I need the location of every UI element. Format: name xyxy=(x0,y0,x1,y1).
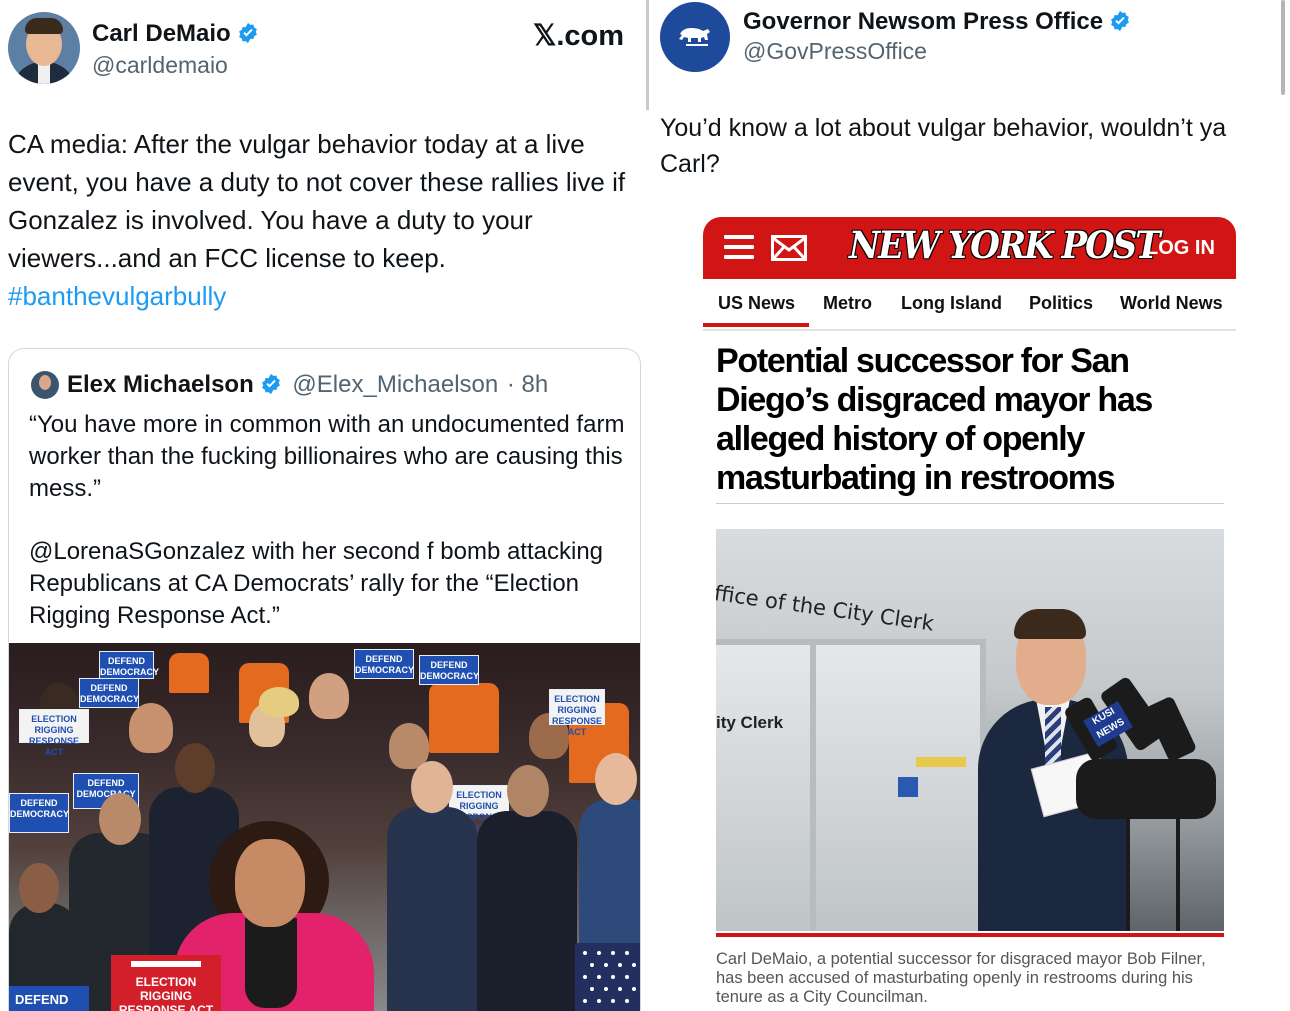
rally-photo[interactable]: DEFEND DEMOCRACY DEFEND DEMOCRACY DEFEND… xyxy=(9,643,640,1011)
panel-divider xyxy=(646,0,649,110)
quoted-header: Elex Michaelson @Elex_Michaelson · 8h xyxy=(67,371,548,399)
tweet-body: CA media: After the vulgar behavior toda… xyxy=(8,129,626,273)
nav-active-indicator xyxy=(703,323,809,327)
quoted-text-1: “You have more in common with an undocum… xyxy=(29,411,625,502)
photo-office-sign: ity Clerk xyxy=(716,713,784,732)
menu-icon[interactable] xyxy=(724,235,754,259)
sign-election-rigging: ELECTION RIGGING RESPONSE ACT xyxy=(19,709,89,757)
nypost-logo[interactable]: NEW YORK POST xyxy=(849,224,1161,268)
avatar[interactable] xyxy=(8,12,80,84)
nav-item-politics[interactable]: Politics xyxy=(1029,293,1093,314)
scrollbar[interactable] xyxy=(1281,0,1285,95)
sign-defend-democracy: DEFEND DEMOCRACY xyxy=(79,678,139,708)
hashtag-link[interactable]: #banthevulgarbully xyxy=(8,281,226,311)
author-name[interactable]: Governor Newsom Press Office xyxy=(743,8,1131,36)
us-flag xyxy=(575,943,640,1011)
mail-icon[interactable] xyxy=(771,235,807,261)
article-headline[interactable]: Potential successor for San Diego’s disg… xyxy=(716,342,1226,498)
quoted-text-2: @LorenaSGonzalez with her second f bomb … xyxy=(29,538,604,629)
nav-item-metro[interactable]: Metro xyxy=(823,293,872,314)
tweet-text: You’d know a lot about vulgar behavior, … xyxy=(660,114,1227,178)
divider xyxy=(716,933,1224,937)
verified-badge-icon xyxy=(1111,10,1130,32)
nav-item-us-news[interactable]: US News xyxy=(718,293,795,314)
verified-badge-icon xyxy=(238,22,257,44)
sign-defend-democracy: DEFEND DEMOCRACY xyxy=(9,793,69,833)
nypost-header: NEW YORK POST LOG IN xyxy=(703,217,1236,279)
sign-defend-democracy: DEFEND DEMOCRACY xyxy=(99,651,159,679)
author-name[interactable]: Carl DeMaio xyxy=(92,20,259,48)
nypost-nav: US News Metro Long Island Politics World… xyxy=(703,279,1236,331)
x-watermark: 𝕏.com xyxy=(533,20,625,52)
quoted-author-name[interactable]: Elex Michaelson xyxy=(67,371,254,398)
quoted-avatar[interactable] xyxy=(31,371,59,399)
login-button[interactable]: LOG IN xyxy=(1146,237,1215,260)
photo-sign-text: ffice of the City Clerk xyxy=(716,581,936,636)
left-tweet: Carl DeMaio @carldemaio 𝕏.com CA media: … xyxy=(0,0,648,1011)
avatar[interactable] xyxy=(660,2,730,72)
bear-flag-icon xyxy=(679,28,710,46)
divider xyxy=(716,503,1224,504)
verified-badge-icon xyxy=(261,373,280,395)
nav-item-long-island[interactable]: Long Island xyxy=(901,293,1002,314)
quoted-time[interactable]: · 8h xyxy=(507,371,548,398)
podium-sign-text: ELECTION RIGGING RESPONSE ACT xyxy=(118,975,214,1011)
nav-item-world-news[interactable]: World News xyxy=(1120,293,1223,314)
tweet-text: CA media: After the vulgar behavior toda… xyxy=(8,125,648,315)
quoted-author-handle[interactable]: @Elex_Michaelson xyxy=(292,371,498,398)
sign-defend-democracy: DEFEND DEMOCRACY xyxy=(354,649,414,679)
quoted-tweet[interactable]: Elex Michaelson @Elex_Michaelson · 8h “Y… xyxy=(8,348,641,1011)
sign-defend-democracy: DEFEND DEMOCRACY xyxy=(419,655,479,685)
sign-small: ELECTION RIGGING RESPONSE ACT xyxy=(549,689,605,737)
photo-caption: Carl DeMaio, a potential successor for d… xyxy=(716,950,1206,1006)
author-handle[interactable]: @GovPressOffice xyxy=(743,38,927,65)
author-handle[interactable]: @carldemaio xyxy=(92,52,228,79)
article-photo[interactable]: ffice of the City Clerk ity Clerk KUSI N… xyxy=(716,529,1224,931)
sign-defend-corner: DEFEND xyxy=(9,986,89,1011)
podium-sign: ELECTION RIGGING RESPONSE ACT xyxy=(111,955,221,1011)
